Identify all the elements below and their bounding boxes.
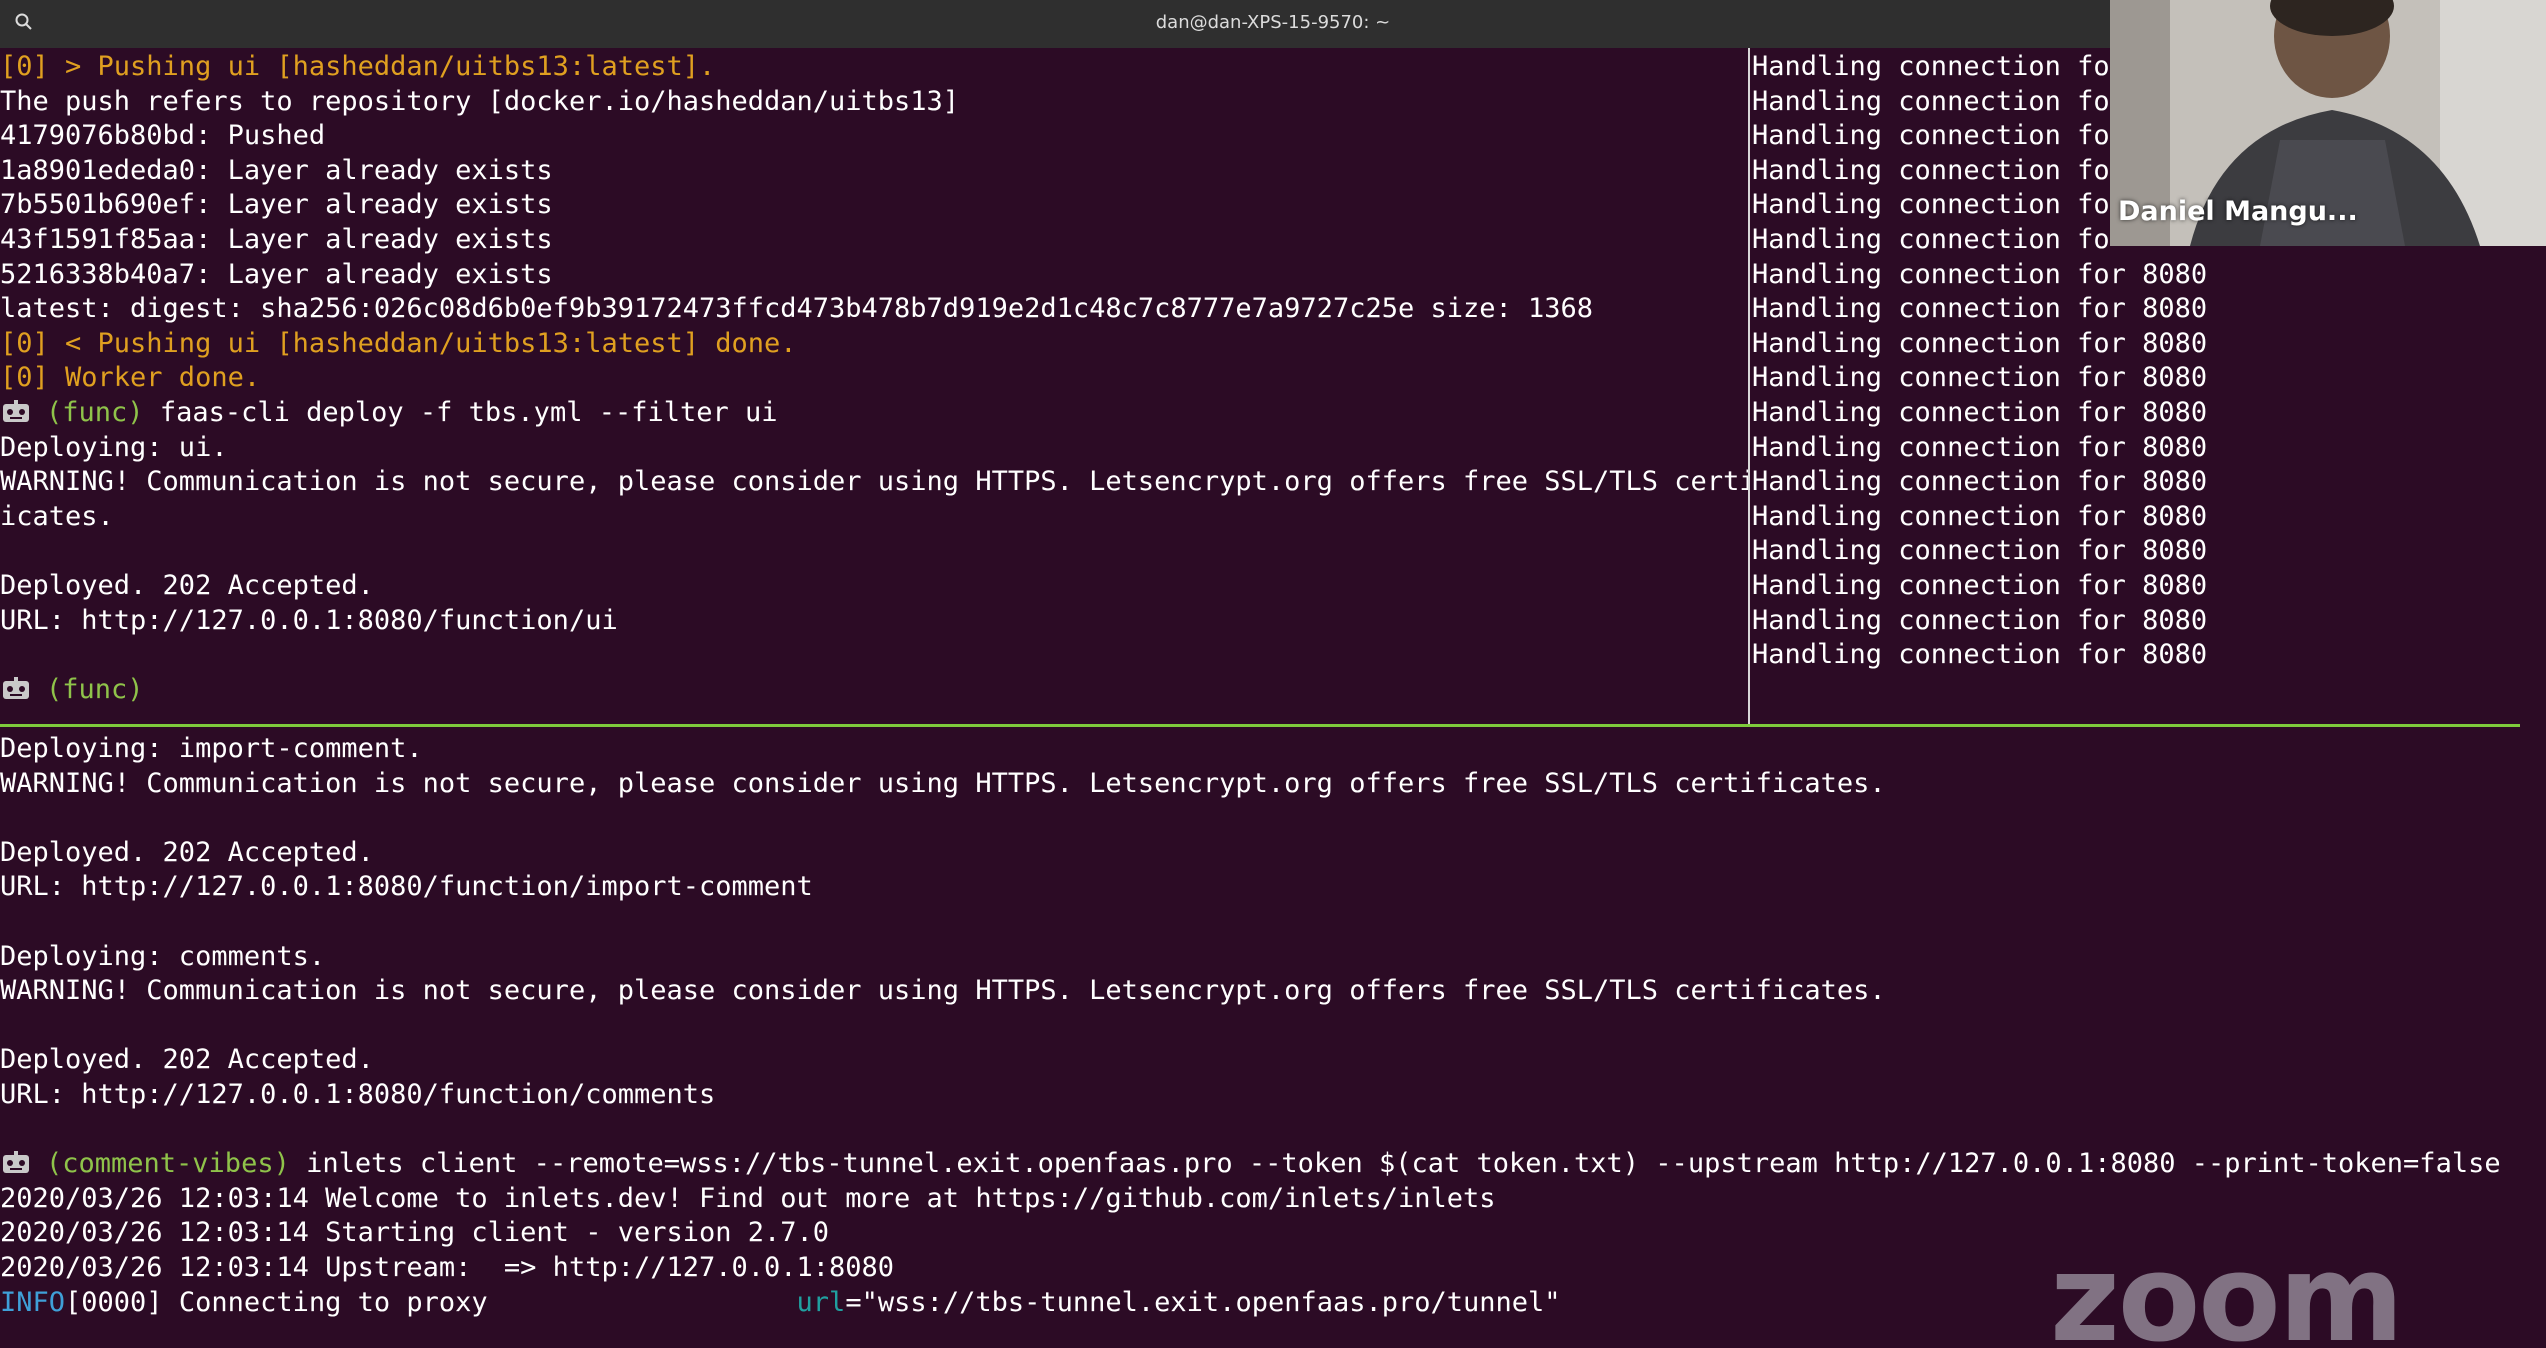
prompt-env: (comment-vibes) <box>46 1148 290 1180</box>
robot-icon <box>3 399 29 422</box>
command-text: inlets client --remote=wss://tbs-tunnel.… <box>306 1148 2501 1180</box>
terminal-line: 5216338b40a7: Layer already exists <box>0 258 553 290</box>
command-text: faas-cli deploy -f tbs.yml --filter ui <box>159 396 778 428</box>
log-level: INFO <box>0 1286 66 1318</box>
participant-name: Daniel Mangu... <box>2118 196 2358 227</box>
terminal-line: Deploying: ui. <box>0 431 228 463</box>
terminal-line: 4179076b80bd: Pushed <box>0 120 326 152</box>
terminal-line: WARNING! Communication is not secure, pl… <box>0 466 1748 498</box>
terminal-line: Handling connection for 8080 <box>1752 569 2208 601</box>
terminal-pane-top-left[interactable]: [0] > Pushing ui [hasheddan/uitbs13:late… <box>0 48 1748 724</box>
terminal-line: (func) faas-cli deploy -f tbs.yml --filt… <box>0 396 1748 431</box>
terminal-line: icates. <box>0 500 114 532</box>
pane-divider-horizontal[interactable] <box>0 724 2520 727</box>
terminal-line: latest: digest: sha256:026c08d6b0ef9b391… <box>0 293 1594 325</box>
terminal-line: Handling connection for 8080 <box>1752 396 2208 428</box>
terminal-line: Handling connection for 8080 <box>1752 466 2208 498</box>
prompt-env: (func) <box>46 396 144 428</box>
terminal-line: WARNING! Communication is not secure, pl… <box>0 767 1886 799</box>
zoom-watermark-logo: zoom <box>2050 1230 2404 1348</box>
prompt-env: (func) <box>46 673 144 705</box>
terminal-line: Handling connection for 8080 <box>1752 500 2208 532</box>
terminal-line: [0] Worker done. <box>0 362 261 394</box>
terminal-line: 1a8901ededa0: Layer already exists <box>0 154 553 186</box>
terminal-line: Handling connection for 8080 <box>1752 293 2208 325</box>
robot-icon <box>3 676 29 699</box>
terminal-line: Handling connection for 8080 <box>1752 639 2208 671</box>
terminal-line: 7b5501b690ef: Layer already exists <box>0 189 553 221</box>
terminal-line: Deploying: import-comment. <box>0 733 423 764</box>
terminal-line: Deployed. 202 Accepted. <box>0 1044 374 1076</box>
log-message: [0000] Connecting to proxy <box>65 1286 488 1318</box>
terminal-line: (func) <box>0 673 1748 708</box>
terminal-line: The push refers to repository [docker.io… <box>0 85 960 117</box>
terminal-line: Deployed. 202 Accepted. <box>0 569 374 601</box>
terminal-line: Handling connection for 8080 <box>1752 604 2208 636</box>
terminal-line: URL: http://127.0.0.1:8080/function/impo… <box>0 871 813 903</box>
terminal-line: [0] < Pushing ui [hasheddan/uitbs13:late… <box>0 327 797 359</box>
terminal-line: Handling connection for 8080 <box>1752 362 2208 394</box>
terminal-line: Handling connection for 8080 <box>1752 327 2208 359</box>
terminal-line: WARNING! Communication is not secure, pl… <box>0 975 1886 1007</box>
log-field-key: url <box>796 1286 846 1318</box>
terminal-line: URL: http://127.0.0.1:8080/function/ui <box>0 604 618 636</box>
webcam-overlay[interactable]: Daniel Mangu... <box>2110 0 2546 246</box>
terminal-line: (comment-vibes) inlets client --remote=w… <box>0 1147 2546 1182</box>
pane-divider-vertical[interactable] <box>1748 48 1750 724</box>
terminal-line: Deployed. 202 Accepted. <box>0 836 374 868</box>
terminal-line: [0] > Pushing ui [hasheddan/uitbs13:late… <box>0 51 716 82</box>
output-lines: [0] > Pushing ui [hasheddan/uitbs13:late… <box>0 48 1748 707</box>
terminal-line: 43f1591f85aa: Layer already exists <box>0 223 553 255</box>
log-field-value: ="wss://tbs-tunnel.exit.openfaas.pro/tun… <box>845 1286 1561 1318</box>
terminal-line: 2020/03/26 12:03:14 Welcome to inlets.de… <box>0 1182 1496 1214</box>
robot-icon <box>3 1151 29 1174</box>
terminal-line: Handling connection for 8080 <box>1752 431 2208 463</box>
terminal-line: Handling connection for 8080 <box>1752 258 2208 290</box>
terminal-line: Deploying: comments. <box>0 940 326 972</box>
terminal-line: Handling connection for 8080 <box>1752 535 2208 567</box>
terminal-line: URL: http://127.0.0.1:8080/function/comm… <box>0 1078 716 1110</box>
